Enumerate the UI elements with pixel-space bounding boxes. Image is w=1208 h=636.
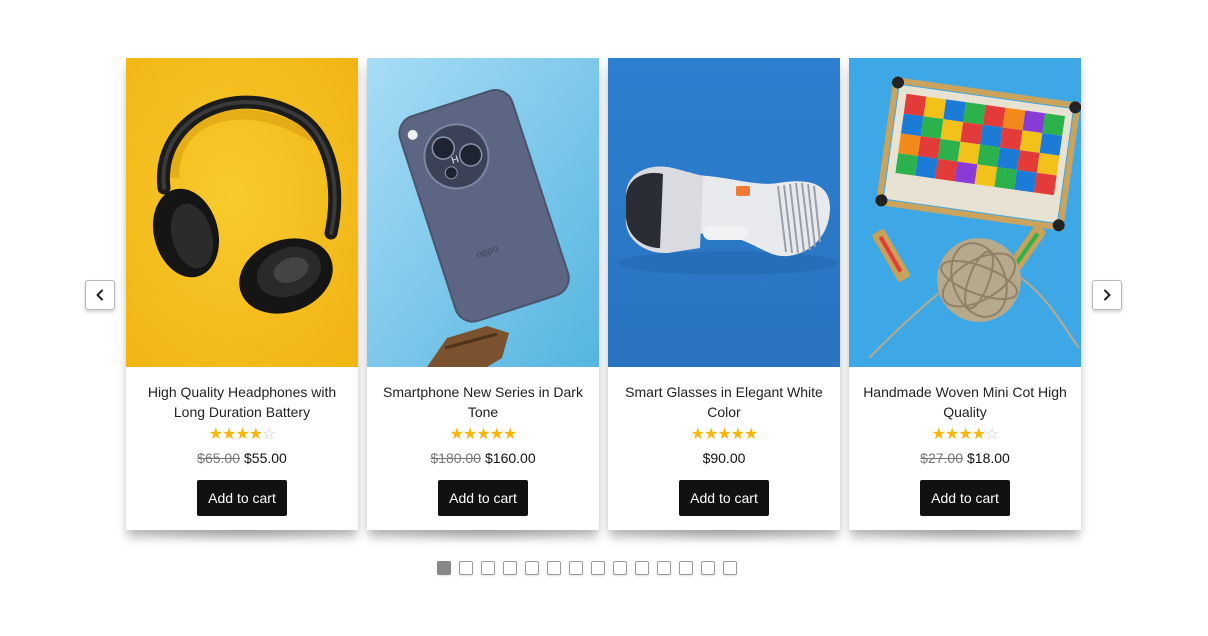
- old-price: $180.00: [430, 450, 481, 466]
- pagination-dot[interactable]: [613, 561, 627, 575]
- star-filled-icon: ★: [235, 426, 249, 443]
- star-filled-icon: ★: [931, 426, 946, 443]
- smartphone-image[interactable]: H oppo: [367, 58, 599, 367]
- star-filled-icon: ★: [208, 426, 223, 443]
- star-filled-icon: ★: [730, 426, 745, 443]
- pagination-dot[interactable]: [591, 561, 605, 575]
- rating-stars: ★★★★★: [608, 427, 840, 443]
- pagination-dot[interactable]: [437, 561, 451, 575]
- current-price: $55.00: [244, 450, 287, 466]
- pagination-dot[interactable]: [481, 561, 495, 575]
- star-filled-icon: ★: [690, 426, 705, 443]
- price: $90.00: [608, 449, 840, 467]
- star-filled-icon: ★: [958, 426, 972, 443]
- add-to-cart-button[interactable]: Add to cart: [197, 480, 287, 516]
- product-title[interactable]: Handmade Woven Mini Cot High Quality: [849, 382, 1081, 422]
- pagination-dot[interactable]: [635, 561, 649, 575]
- add-to-cart-button[interactable]: Add to cart: [679, 480, 769, 516]
- vr-headset-image[interactable]: [608, 58, 840, 367]
- old-price: $27.00: [920, 450, 963, 466]
- product-card[interactable]: Handmade Woven Mini Cot High Quality ★★★…: [849, 58, 1081, 544]
- product-title[interactable]: High Quality Headphones with Long Durati…: [126, 382, 358, 422]
- current-price: $90.00: [702, 450, 746, 466]
- star-filled-icon: ★: [717, 426, 731, 443]
- pagination-dot[interactable]: [679, 561, 693, 575]
- product-card[interactable]: H oppo Smartphone New Series in Dark Ton…: [367, 58, 599, 544]
- carousel-pagination: [437, 561, 737, 575]
- old-price: $65.00: [197, 450, 240, 466]
- add-to-cart-button[interactable]: Add to cart: [920, 480, 1010, 516]
- product-title[interactable]: Smart Glasses in Elegant White Color: [608, 382, 840, 422]
- pagination-dot[interactable]: [525, 561, 539, 575]
- price: $65.00 $55.00: [126, 449, 358, 467]
- rating-stars: ★★★★☆: [126, 427, 358, 443]
- chevron-right-icon: [1104, 289, 1111, 301]
- star-filled-icon: ★: [489, 426, 504, 443]
- headphones-image[interactable]: [126, 58, 358, 367]
- star-filled-icon: ★: [221, 426, 236, 443]
- pagination-dot[interactable]: [701, 561, 715, 575]
- rating-stars: ★★★★★: [367, 427, 599, 443]
- star-filled-icon: ★: [449, 426, 464, 443]
- price: $180.00 $160.00: [367, 449, 599, 467]
- pagination-dot[interactable]: [723, 561, 737, 575]
- add-to-cart-button[interactable]: Add to cart: [438, 480, 528, 516]
- next-button[interactable]: [1092, 280, 1122, 310]
- star-filled-icon: ★: [744, 426, 758, 443]
- woven-cot-image[interactable]: [849, 58, 1081, 367]
- pagination-dot[interactable]: [503, 561, 517, 575]
- price: $27.00 $18.00: [849, 449, 1081, 467]
- star-filled-icon: ★: [462, 426, 477, 443]
- star-empty-icon: ☆: [262, 426, 276, 443]
- product-card[interactable]: Smart Glasses in Elegant White Color ★★★…: [608, 58, 840, 544]
- rating-stars: ★★★★☆: [849, 427, 1081, 443]
- star-filled-icon: ★: [503, 426, 517, 443]
- chevron-left-icon: [96, 289, 103, 301]
- star-filled-icon: ★: [971, 426, 986, 443]
- carousel-track: High Quality Headphones with Long Durati…: [126, 58, 1081, 544]
- star-filled-icon: ★: [248, 426, 263, 443]
- pagination-dot[interactable]: [547, 561, 561, 575]
- star-filled-icon: ★: [703, 426, 718, 443]
- pagination-dot[interactable]: [657, 561, 671, 575]
- star-filled-icon: ★: [944, 426, 959, 443]
- current-price: $160.00: [485, 450, 536, 466]
- pagination-dot[interactable]: [569, 561, 583, 575]
- star-empty-icon: ☆: [985, 426, 999, 443]
- star-filled-icon: ★: [476, 426, 490, 443]
- prev-button[interactable]: [85, 280, 115, 310]
- product-carousel: High Quality Headphones with Long Durati…: [0, 0, 1208, 636]
- product-card[interactable]: High Quality Headphones with Long Durati…: [126, 58, 358, 544]
- current-price: $18.00: [967, 450, 1010, 466]
- pagination-dot[interactable]: [459, 561, 473, 575]
- product-title[interactable]: Smartphone New Series in Dark Tone: [367, 382, 599, 422]
